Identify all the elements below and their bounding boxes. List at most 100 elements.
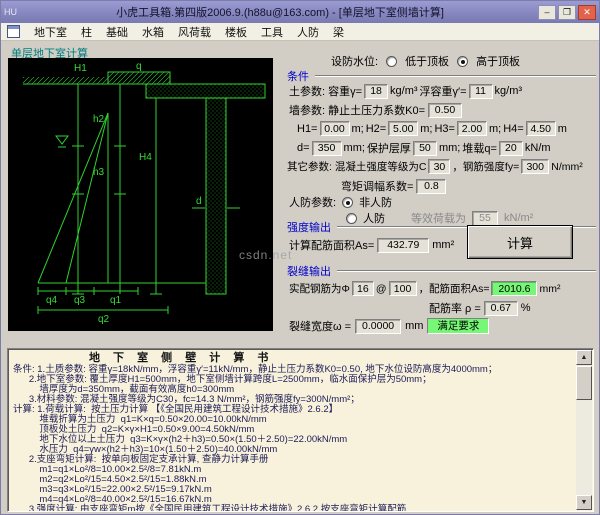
menu-item-foundation[interactable]: 基础 [106,24,128,40]
diagram-label-q1: q1 [110,295,122,306]
h1-input[interactable] [319,121,350,136]
concrete-label: 其它参数: 混凝土强度等级为C [287,161,427,173]
rebar-row: 实配钢筋为Φ @ ，配筋面积As= mm² [289,281,560,296]
scroll-up-button[interactable]: ▲ [576,350,592,365]
maximize-button[interactable]: ❐ [558,4,576,20]
rebar-diameter-input[interactable] [351,281,374,296]
crack-width-field[interactable] [355,318,402,334]
d-label: d= [297,142,310,154]
float-gamma-input[interactable] [468,83,493,99]
gamma-input[interactable] [364,83,389,99]
menu-bar: 地下室 柱 基础 水箱 风荷载 楼板 工具 人防 梁 [1,23,599,41]
material-row: 其它参数: 混凝土强度等级为C ，钢筋强度fy= N/mm² [287,159,583,174]
radio-below-label[interactable]: 低于顶板 [405,53,449,69]
scroll-thumb[interactable] [576,366,592,400]
menu-item-basement[interactable]: 地下室 [34,24,67,40]
rebar-label: 实配钢筋为Φ [289,283,350,295]
radio-below-topslab[interactable] [386,55,398,67]
diagram-label-d: d [196,196,202,207]
civil-defense-label: 人防参数: [289,197,337,209]
conditions-header-label: 条件 [287,71,309,83]
window-controls: – ❐ ✕ [538,4,596,20]
cover-input[interactable] [412,140,437,156]
no-civil-defense-label[interactable]: 非人防 [359,194,392,210]
menu-item-windload[interactable]: 风荷载 [178,24,211,40]
surcharge-unit: kN/m [524,142,551,154]
close-button[interactable]: ✕ [578,4,596,20]
h1-unit: m; [351,122,364,135]
cover-unit: mm; [438,142,461,154]
divider [337,270,596,272]
menu-item-civildefense[interactable]: 人防 [297,24,319,40]
thickness-row: d= mm; 保护层厚 mm; 堆载q= kN/m [297,140,551,156]
waterproof-label: 设防水位: [331,56,379,68]
radio-above-topslab[interactable] [457,55,469,67]
app-window: HU 小虎工具箱.第四版2006.9.(h88u@163.com) - [单层地… [0,0,600,515]
surcharge-label: 堆载q= [462,143,497,155]
k0-input[interactable] [428,102,462,118]
ratio-unit: % [520,302,531,314]
window-title: 小虎工具箱.第四版2006.9.(h88u@163.com) - [单层地下室侧… [116,7,444,19]
concrete-grade-input[interactable] [428,159,451,174]
diagram-label-h4: H4 [139,152,152,163]
h3-label: H3= [434,122,455,135]
ratio-field[interactable] [483,300,518,316]
ratio-label: 配筋率 ρ = [429,303,481,315]
wall-params-row: 墙参数: 静止土压力系数K0= [289,102,462,118]
calculate-button[interactable]: 计算 [467,225,573,259]
report-line: 3.强度计算: 由支座弯矩m按《全国民用建筑工程设计技术措施》2.6.2 按支座… [13,504,407,512]
actual-as-field[interactable] [491,281,538,296]
waterproof-row: 设防水位: 低于顶板 高于顶板 [331,53,520,69]
soil-label: 土参数: 容重γ= [289,86,363,98]
diagram-label-h3: h3 [93,167,105,178]
diagram-label-q4: q4 [46,295,58,306]
radio-no-civil-defense[interactable] [342,196,354,208]
calculation-report-panel: 地 下 室 侧 壁 计 算 书 条件: 1.土质参数: 容重γ=18kN/mm，… [7,348,594,512]
h2-unit: m; [420,122,433,135]
form-icon[interactable] [7,25,20,38]
status-badge: 满足要求 [427,318,490,334]
app-icon: HU [4,7,17,17]
actual-as-unit: mm² [539,282,561,295]
gamma-unit: kg/m³ [390,85,418,97]
d-unit: mm; [343,142,365,154]
fy-input[interactable] [521,159,550,174]
crack-width-label: 裂缝宽度ω = [289,321,352,333]
ratio-row: 配筋率 ρ = % [429,300,531,316]
at-sign: @ [375,282,387,295]
radio-above-label[interactable]: 高于顶板 [476,53,520,69]
diagram-label-q2: q2 [98,314,110,325]
diagram-label-q: q [136,61,142,72]
surcharge-input[interactable] [498,140,523,156]
moment-factor-label: 弯矩调幅系数= [341,181,414,193]
h4-input[interactable] [525,121,556,136]
menu-item-watertank[interactable]: 水箱 [142,24,164,40]
as-value-field[interactable] [377,237,430,253]
moment-factor-row: 弯矩调幅系数= [341,178,447,194]
diagram-label-h2: h2 [93,114,105,125]
conditions-header: 条件 [287,68,596,84]
wall-diagram: q H1 h2 h3 H4 d q4 q3 q1 q2 [8,58,273,331]
moment-factor-input[interactable] [416,178,447,194]
h2-input[interactable] [388,121,419,136]
title-bar[interactable]: HU 小虎工具箱.第四版2006.9.(h88u@163.com) - [单层地… [1,1,599,23]
h3-input[interactable] [456,121,487,136]
actual-as-label: ，配筋面积As= [418,283,490,295]
menu-item-beam[interactable]: 梁 [333,24,344,40]
minimize-button[interactable]: – [538,4,556,20]
crack-width-row: 裂缝宽度ω = mm 满足要求 [289,318,490,334]
float-gamma-label: 浮容重γ′= [419,86,467,98]
rebar-spacing-input[interactable] [388,281,417,296]
h3-unit: m; [488,122,502,135]
menu-item-slab[interactable]: 楼板 [225,24,247,40]
menu-item-tools[interactable]: 工具 [261,24,283,40]
steel-label: ，钢筋强度fy= [452,161,520,173]
scroll-down-button[interactable]: ▼ [576,495,592,510]
heights-row: H1= m; H2= m; H3= m; H4= m [297,121,567,136]
k0-label: 墙参数: 静止土压力系数K0= [289,105,425,117]
d-input[interactable] [311,140,342,156]
calculation-report-text: 地 下 室 侧 壁 计 算 书 条件: 1.土质参数: 容重γ=18kN/mm，… [13,351,574,511]
report-scrollbar[interactable]: ▲ ▼ [576,350,592,510]
h4-label: H4= [503,122,524,135]
menu-item-column[interactable]: 柱 [81,24,92,40]
